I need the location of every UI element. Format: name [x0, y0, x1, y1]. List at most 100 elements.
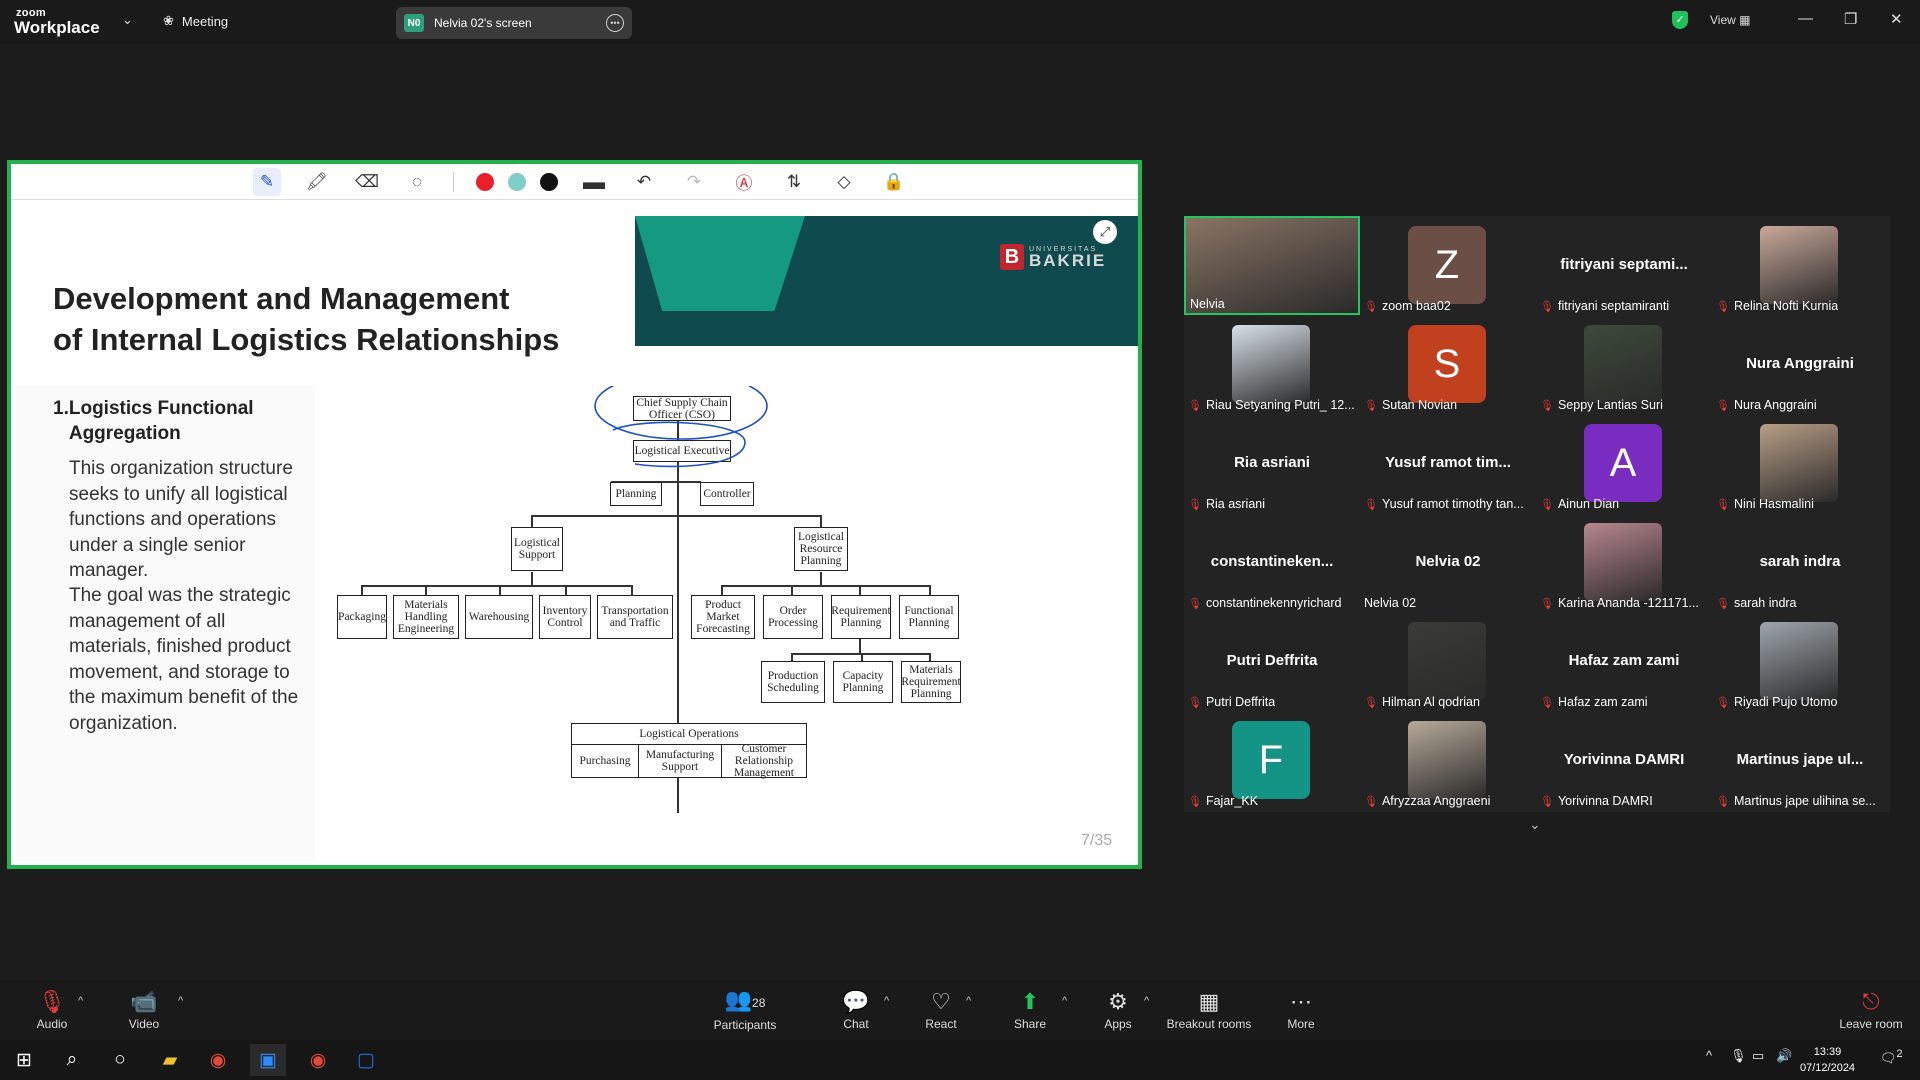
leave-room-button[interactable]: ⎋ Leave room	[1836, 980, 1906, 1040]
breakout-rooms-button[interactable]: ▦ Breakout rooms	[1164, 980, 1254, 1040]
participant-display-name: Yusuf ramot tim...	[1385, 454, 1511, 471]
lock-icon[interactable]: 🔒	[880, 168, 908, 196]
lasso-icon[interactable]: ◌	[403, 168, 431, 196]
participant-avatar: F	[1232, 721, 1310, 799]
restore-icon[interactable]: ❐	[1844, 10, 1857, 28]
participant-tile[interactable]: 🎙 Karina Ananda -121171...	[1536, 513, 1712, 612]
participant-name-label: 🎙 Yusuf ramot timothy tan...	[1364, 497, 1524, 511]
meeting-menu[interactable]: ❀ Meeting	[163, 13, 228, 29]
participant-name: Ria asriani	[1205, 497, 1266, 511]
system-clock[interactable]: 13:39 07/12/2024	[1800, 1044, 1855, 1076]
participant-name-label: 🎙 constantinekennyrichard	[1188, 596, 1341, 610]
react-icon: ♡	[931, 988, 951, 1014]
app-menu-chevron-icon[interactable]: ⌄	[122, 12, 133, 28]
notification-icon[interactable]: 🗨2	[1880, 1048, 1903, 1066]
expand-icon[interactable]: ⤢	[1093, 220, 1117, 244]
participant-tile[interactable]: Martinus jape ul... 🎙 Martinus jape ulihin…	[1712, 711, 1888, 810]
participant-tile[interactable]: 🎙 Nini Hasmalini	[1712, 414, 1888, 513]
participant-tile[interactable]: Putri Deffrita 🎙 Putri Deffrita	[1184, 612, 1360, 711]
app-3-icon[interactable]: ▢	[348, 1044, 384, 1076]
participant-tile[interactable]: Yorivinna DAMRI 🎙 Yorivinna DAMRI	[1536, 711, 1712, 810]
chrome-icon[interactable]: ◉	[200, 1044, 236, 1076]
participant-tile[interactable]: Hafaz zam zami 🎙 Hafaz zam zami	[1536, 612, 1712, 711]
participant-tile[interactable]: S 🎙 Sutan Novian	[1360, 315, 1536, 414]
undo-icon[interactable]: ↶	[630, 168, 658, 196]
participants-button[interactable]: 👥28 Participants	[712, 980, 778, 1040]
participant-avatar: A	[1584, 424, 1662, 502]
participant-tile[interactable]: sarah indra 🎙 sarah indra	[1712, 513, 1888, 612]
annotation-circle-cso	[594, 386, 768, 440]
gallery-next-page-chevron-icon[interactable]: ⌄	[1529, 816, 1541, 833]
screen-share-label: Nelvia 02's screen	[434, 16, 532, 30]
search-icon[interactable]: ⌕	[54, 1044, 90, 1076]
react-caret-icon[interactable]: ^	[966, 995, 971, 1007]
view-menu[interactable]: View ▦	[1710, 13, 1750, 27]
shapes-icon[interactable]: ◇	[830, 168, 858, 196]
text-icon[interactable]: Ⓐ	[730, 168, 758, 196]
participant-tile[interactable]: Ria asriani 🎙 Ria asriani	[1184, 414, 1360, 513]
task-view-icon[interactable]: ○	[102, 1044, 138, 1076]
pen-icon[interactable]: ✎	[253, 167, 281, 196]
camera-off-icon: 📹	[130, 988, 158, 1014]
participant-tile[interactable]: 🎙 Hilman Al qodrian	[1360, 612, 1536, 711]
screen-share-pill[interactable]: N0 Nelvia 02's screen •••	[396, 7, 632, 39]
file-explorer-icon[interactable]: ▰	[152, 1044, 188, 1076]
participant-tile[interactable]: Nelvia	[1184, 216, 1360, 315]
format-icon[interactable]: ⇅	[780, 168, 808, 196]
participant-tile[interactable]: 🎙 Seppy Lantias Suri	[1536, 315, 1712, 414]
highlighter-icon[interactable]: 🖍	[303, 168, 331, 196]
share-caret-icon[interactable]: ^	[1062, 995, 1067, 1007]
video-caret-icon[interactable]: ^	[178, 995, 183, 1007]
participant-photo	[1584, 325, 1662, 403]
participant-tile[interactable]: F 🎙 Fajar_KK	[1184, 711, 1360, 810]
video-button[interactable]: 📹 Video	[124, 980, 164, 1040]
participant-tile[interactable]: 🎙 Riau Setyaning Putri_ 12...	[1184, 315, 1360, 414]
participant-name-label: 🎙 Ria asriani	[1188, 497, 1265, 511]
participant-tile[interactable]: A 🎙 Ainun Dian	[1536, 414, 1712, 513]
color-teal-swatch[interactable]	[508, 172, 526, 191]
line-width-icon[interactable]: ▬	[580, 168, 608, 196]
participant-name: Nelvia 02	[1364, 596, 1417, 610]
participant-tile[interactable]: Nura Anggraini 🎙 Nura Anggraini	[1712, 315, 1888, 414]
tray-volume-icon[interactable]: 🔊	[1776, 1048, 1792, 1064]
participant-tile[interactable]: 🎙 Riyadi Pujo Utomo	[1712, 612, 1888, 711]
tray-chevron-icon[interactable]: ^	[1706, 1048, 1712, 1063]
color-red-swatch[interactable]	[476, 172, 494, 191]
zoom-taskbar-icon[interactable]: ▣	[250, 1044, 286, 1076]
participant-tile[interactable]: 🎙 Afryzzaa Anggraeni	[1360, 711, 1536, 810]
tray-mic-icon[interactable]: 🎙	[1730, 1048, 1747, 1064]
apps-button[interactable]: ⚙ Apps	[1100, 980, 1136, 1040]
encryption-shield-icon[interactable]: ✓	[1672, 11, 1688, 29]
react-button[interactable]: ♡ React	[922, 980, 960, 1040]
mic-muted-icon: 🎙	[1540, 498, 1554, 511]
participant-name: zoom baa02	[1381, 299, 1451, 313]
audio-caret-icon[interactable]: ^	[78, 995, 83, 1007]
participant-name-label: 🎙 Yorivinna DAMRI	[1540, 794, 1653, 808]
more-button[interactable]: ⋯ More	[1282, 980, 1320, 1040]
participant-tile[interactable]: Z 🎙 zoom baa02	[1360, 216, 1536, 315]
participant-name: Nini Hasmalini	[1733, 497, 1814, 511]
more-options-icon[interactable]: •••	[606, 14, 624, 32]
shared-screen[interactable]: ✎ 🖍 ⌫ ◌ ▬ ↶ ↷ Ⓐ ⇅ ◇ 🔒 B UNIVERSITAS BAKR…	[7, 160, 1142, 869]
audio-button[interactable]: 🎙 Audio	[34, 980, 70, 1040]
color-black-swatch[interactable]	[540, 172, 558, 191]
apps-caret-icon[interactable]: ^	[1144, 995, 1149, 1007]
chrome-profile-icon[interactable]: ◉	[300, 1044, 336, 1076]
redo-icon[interactable]: ↷	[680, 168, 708, 196]
chat-caret-icon[interactable]: ^	[884, 995, 889, 1007]
share-button[interactable]: ⬆ Share	[1012, 980, 1048, 1040]
participant-tile[interactable]: Yusuf ramot tim... 🎙 Yusuf ramot timothy t…	[1360, 414, 1536, 513]
participant-tile[interactable]: 🎙 Relina Nofti Kurnia	[1712, 216, 1888, 315]
participant-tile[interactable]: constantineken... 🎙 constantinekennyrichar…	[1184, 513, 1360, 612]
participant-name: constantinekennyrichard	[1205, 596, 1342, 610]
participant-tile[interactable]: fitriyani septami... 🎙 fitriyani septamira…	[1536, 216, 1712, 315]
participant-display-name: Putri Deffrita	[1226, 652, 1318, 669]
windows-start-icon[interactable]: ⊞	[6, 1044, 42, 1076]
participant-tile[interactable]: Nelvia 02 Nelvia 02	[1360, 513, 1536, 612]
minimize-icon[interactable]: —	[1798, 10, 1813, 27]
eraser-icon[interactable]: ⌫	[353, 168, 381, 196]
close-icon[interactable]: ✕	[1890, 10, 1903, 28]
tray-network-icon[interactable]: ▭	[1752, 1048, 1764, 1064]
participant-name: Hafaz zam zami	[1557, 695, 1648, 709]
chat-button[interactable]: 💬 Chat	[838, 980, 874, 1040]
